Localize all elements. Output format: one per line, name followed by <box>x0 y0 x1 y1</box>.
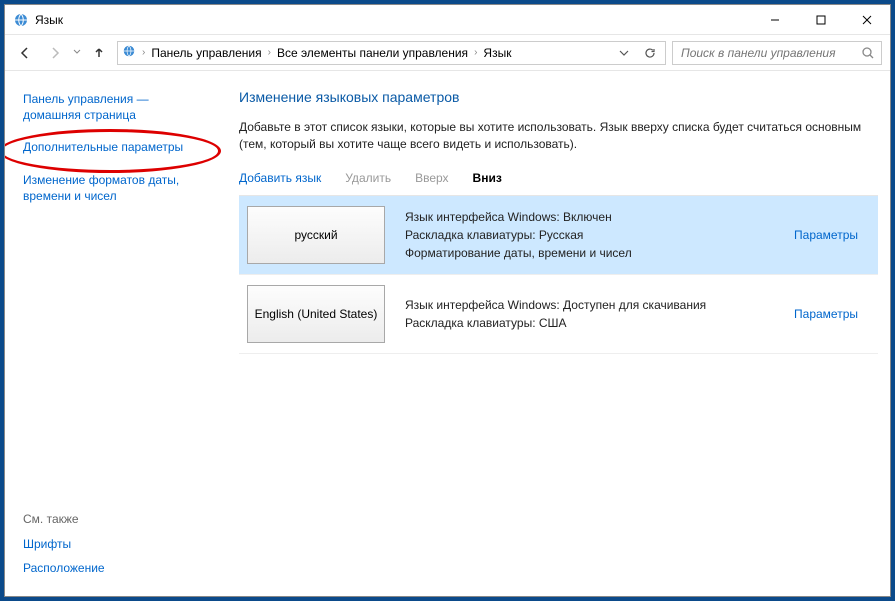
chevron-right-icon[interactable]: › <box>266 47 273 58</box>
sidebar: Панель управления — домашняя страница До… <box>5 71 215 596</box>
search-input[interactable] <box>679 45 861 61</box>
lang-info-line: Раскладка клавиатуры: Русская <box>405 226 794 244</box>
see-also-label: См. также <box>23 512 203 526</box>
chevron-right-icon[interactable]: › <box>140 47 147 58</box>
sidebar-link-advanced[interactable]: Дополнительные параметры <box>23 139 203 155</box>
maximize-button[interactable] <box>798 5 844 34</box>
window: Язык › <box>4 4 891 597</box>
search-icon[interactable] <box>861 46 875 60</box>
sidebar-link-fonts[interactable]: Шрифты <box>23 536 203 552</box>
language-row[interactable]: русский Язык интерфейса Windows: Включен… <box>239 196 878 275</box>
language-options-link[interactable]: Параметры <box>794 228 868 242</box>
page-title: Изменение языковых параметров <box>239 89 878 105</box>
language-tile: English (United States) <box>247 285 385 343</box>
titlebar: Язык <box>5 5 890 35</box>
search-box[interactable] <box>672 41 882 65</box>
sidebar-link-location[interactable]: Расположение <box>23 560 203 576</box>
lang-info-line: Язык интерфейса Windows: Доступен для ск… <box>405 296 794 314</box>
main-content: Изменение языковых параметров Добавьте в… <box>215 71 890 596</box>
move-up-button[interactable]: Вверх <box>415 171 448 185</box>
breadcrumb-control-panel[interactable]: Панель управления <box>151 46 261 60</box>
address-icon <box>122 44 136 61</box>
lang-info-line: Язык интерфейса Windows: Включен <box>405 208 794 226</box>
close-button[interactable] <box>844 5 890 34</box>
refresh-button[interactable] <box>639 42 661 64</box>
add-language-button[interactable]: Добавить язык <box>239 171 321 185</box>
window-title: Язык <box>35 13 63 27</box>
breadcrumb-all-items[interactable]: Все элементы панели управления <box>277 46 468 60</box>
app-icon <box>13 12 29 28</box>
toolbar: Добавить язык Удалить Вверх Вниз <box>239 171 878 196</box>
sidebar-link-home[interactable]: Панель управления — домашняя страница <box>23 91 203 123</box>
breadcrumb-language[interactable]: Язык <box>483 46 511 60</box>
language-info: Язык интерфейса Windows: Доступен для ск… <box>405 296 794 332</box>
body: Панель управления — домашняя страница До… <box>5 71 890 596</box>
language-row[interactable]: English (United States) Язык интерфейса … <box>239 275 878 354</box>
up-button[interactable] <box>87 41 111 65</box>
nav-row: › Панель управления › Все элементы панел… <box>5 35 890 71</box>
remove-button[interactable]: Удалить <box>345 171 391 185</box>
page-description: Добавьте в этот список языки, которые вы… <box>239 119 878 153</box>
language-info: Язык интерфейса Windows: Включен Расклад… <box>405 208 794 262</box>
back-button[interactable] <box>13 41 37 65</box>
sidebar-link-formats[interactable]: Изменение форматов даты, времени и чисел <box>23 172 203 204</box>
chevron-right-icon[interactable]: › <box>472 47 479 58</box>
lang-info-line: Форматирование даты, времени и чисел <box>405 244 794 262</box>
history-dropdown-icon[interactable] <box>73 47 81 59</box>
lang-info-line: Раскладка клавиатуры: США <box>405 314 794 332</box>
language-options-link[interactable]: Параметры <box>794 307 868 321</box>
forward-button[interactable] <box>43 41 67 65</box>
window-controls <box>752 5 890 34</box>
language-list: русский Язык интерфейса Windows: Включен… <box>239 196 878 354</box>
minimize-button[interactable] <box>752 5 798 34</box>
move-down-button[interactable]: Вниз <box>473 171 502 185</box>
address-dropdown-icon[interactable] <box>613 42 635 64</box>
address-bar[interactable]: › Панель управления › Все элементы панел… <box>117 41 666 65</box>
language-tile: русский <box>247 206 385 264</box>
